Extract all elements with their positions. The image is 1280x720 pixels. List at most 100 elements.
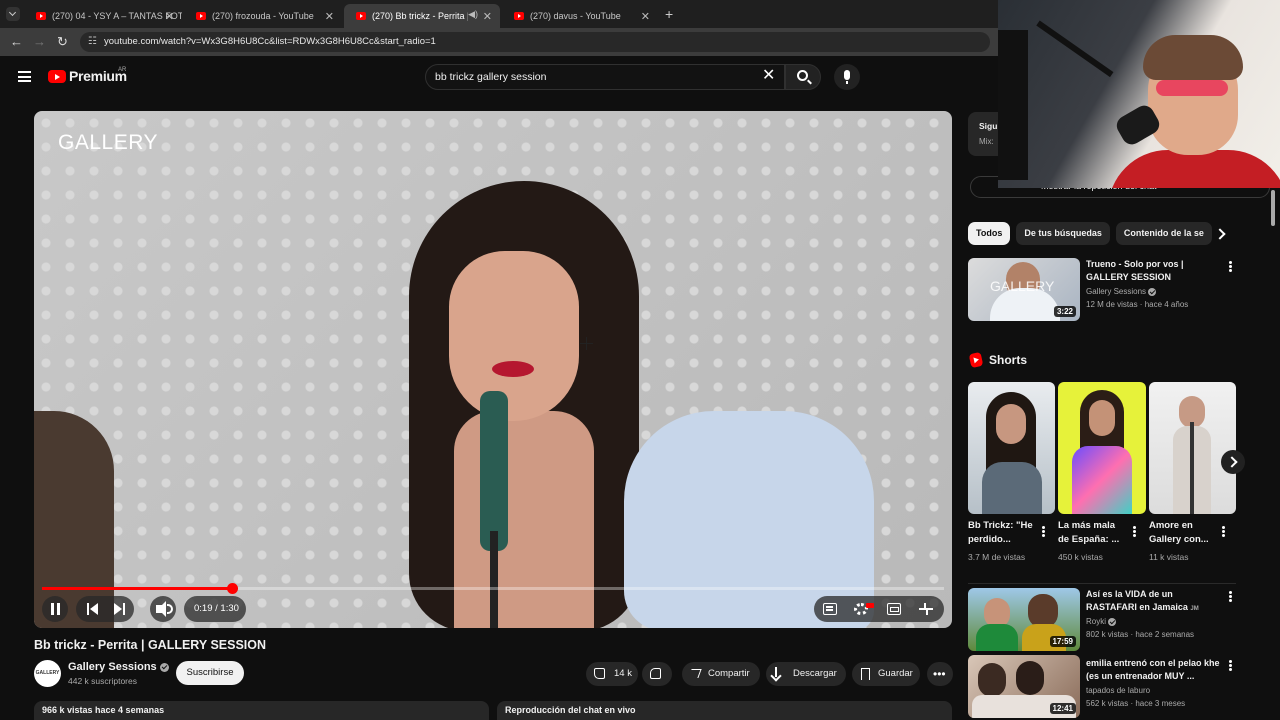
voice-search-icon[interactable]	[834, 64, 860, 90]
clear-search-icon[interactable]: ✕	[762, 65, 775, 85]
related-video-channel[interactable]: Gallery Sessions	[1086, 287, 1157, 296]
channel-name[interactable]: Gallery Sessions	[68, 661, 169, 673]
back-icon[interactable]: ←	[10, 34, 23, 49]
youtube-favicon-icon	[196, 12, 206, 20]
progress-bar[interactable]	[42, 583, 944, 594]
download-button[interactable]: Descargar	[766, 662, 846, 686]
chevron-right-icon[interactable]	[1212, 226, 1228, 242]
site-info-icon[interactable]: ☷	[88, 32, 97, 52]
video-duration: 17:59	[1049, 636, 1076, 647]
related-video-channel[interactable]: tapados de laburo	[1086, 686, 1150, 695]
related-video-channel[interactable]: Royki	[1086, 617, 1117, 626]
play-pause-button[interactable]	[42, 596, 68, 622]
mouse-cursor-icon	[580, 337, 593, 350]
related-video-thumbnail[interactable]: GALLERY 3:22	[968, 258, 1080, 321]
chip-from-searches[interactable]: De tus búsquedas	[1016, 222, 1110, 245]
forward-icon[interactable]: →	[33, 34, 46, 49]
close-tab-icon[interactable]: ✕	[325, 10, 334, 23]
chip-related-content[interactable]: Contenido de la se	[1115, 222, 1212, 245]
save-button[interactable]: Guardar	[852, 662, 920, 686]
browser-tab[interactable]: (270) davus - YouTube ✕	[502, 4, 658, 28]
youtube-favicon-icon	[36, 12, 46, 20]
short-thumbnail[interactable]	[1149, 382, 1236, 514]
share-button[interactable]: Compartir	[682, 662, 760, 686]
more-vert-icon[interactable]	[1133, 530, 1136, 533]
address-bar[interactable]: ☷ youtube.com/watch?v=Wx3G8H6U8Cc&list=R…	[80, 32, 990, 52]
more-vert-icon[interactable]	[1229, 265, 1232, 268]
more-vert-icon[interactable]	[1229, 664, 1232, 667]
scrollbar[interactable]	[1271, 190, 1275, 226]
more-actions-button[interactable]: •••	[927, 662, 953, 686]
related-video-title[interactable]: emilia entrenó con el pelao khe (es un e…	[1086, 657, 1222, 682]
youtube-favicon-icon	[514, 12, 524, 20]
progress-played	[42, 587, 233, 590]
browser-tab[interactable]: (270) 04 - YSY A – TANTAS FOT ✕	[24, 4, 182, 28]
thumbs-up-icon	[594, 668, 605, 679]
search-button[interactable]	[785, 64, 821, 90]
tab-search-icon[interactable]	[6, 7, 20, 21]
webcam-sunglasses	[1156, 80, 1228, 96]
settings-gear-icon[interactable]	[854, 603, 874, 615]
mix-card-title: Sigu	[979, 121, 998, 131]
channel-text: Royki	[1086, 617, 1107, 626]
short-thumbnail[interactable]	[968, 382, 1055, 514]
volume-icon	[156, 601, 166, 617]
theater-mode-icon[interactable]	[887, 603, 901, 615]
close-tab-icon[interactable]: ✕	[165, 10, 174, 23]
video-title: Bb trickz - Perrita | GALLERY SESSION	[34, 638, 267, 652]
video-mic-stand	[490, 531, 498, 628]
chip-all[interactable]: Todos	[968, 222, 1011, 245]
webcam-mic-arm	[1036, 20, 1114, 78]
volume-button[interactable]	[150, 596, 176, 622]
related-video-thumbnail[interactable]: 12:41	[968, 655, 1080, 718]
next-icon[interactable]	[113, 603, 125, 615]
previous-icon[interactable]	[87, 603, 99, 615]
right-controls	[814, 596, 944, 622]
audio-playing-icon[interactable]: ◀)	[468, 9, 478, 20]
short-face	[1089, 400, 1115, 436]
shorts-next-button[interactable]	[1221, 450, 1245, 474]
reload-icon[interactable]: ↻	[57, 34, 68, 50]
video-player[interactable]: GALLERY 0:19 / 1:30	[34, 111, 952, 628]
short-mic-stand	[1190, 422, 1194, 514]
close-tab-icon[interactable]: ✕	[483, 10, 492, 23]
channel-avatar[interactable]: GALLERY	[34, 660, 61, 687]
short-views: 3.7 M de vistas	[968, 552, 1026, 562]
close-tab-icon[interactable]: ✕	[641, 10, 650, 23]
like-button[interactable]: 14 k	[586, 662, 638, 686]
description-box[interactable]: 966 k vistas hace 4 semanas	[34, 701, 489, 720]
short-title[interactable]: Bb Trickz: "He perdido...	[968, 519, 1034, 547]
channel-text: Gallery Sessions	[1086, 287, 1147, 296]
browser-tab-active[interactable]: (270) Bb trickz - Perrita | GA ◀) ✕	[344, 4, 500, 28]
subscriber-count: 442 k suscriptores	[68, 676, 137, 686]
time-display: 0:19 / 1:30	[184, 596, 246, 622]
subtitles-icon[interactable]	[823, 603, 837, 615]
live-chat-replay[interactable]: Reproducción del chat en vivo	[497, 701, 952, 720]
related-video-meta: 802 k vistas · hace 2 semanas	[1086, 630, 1195, 639]
menu-icon[interactable]	[18, 71, 31, 82]
save-label: Guardar	[878, 668, 913, 679]
new-tab-icon[interactable]: +	[665, 6, 673, 22]
country-code: AR	[118, 67, 127, 73]
hd-badge	[866, 603, 874, 608]
more-vert-icon[interactable]	[1229, 595, 1232, 598]
search-input[interactable]: bb trickz gallery session	[425, 64, 785, 90]
youtube-logo-icon[interactable]	[48, 70, 66, 83]
short-thumbnail[interactable]	[1058, 382, 1146, 514]
subscribe-button[interactable]: Suscribirse	[176, 661, 244, 685]
related-video-title[interactable]: Así es la VIDA de un RASTAFARI en Jamaic…	[1086, 588, 1222, 615]
thumb-face	[1028, 594, 1058, 628]
more-vert-icon[interactable]	[1042, 530, 1045, 533]
fullscreen-icon[interactable]	[919, 603, 933, 615]
thumb-watermark: GALLERY	[990, 278, 1055, 294]
related-video-title[interactable]: Trueno - Solo por vos | GALLERY SESSION	[1086, 258, 1222, 283]
short-title[interactable]: La más mala de España: ...	[1058, 519, 1124, 547]
dislike-button[interactable]	[642, 662, 672, 686]
more-vert-icon[interactable]	[1222, 530, 1225, 533]
browser-tab[interactable]: (270) frozouda - YouTube ✕	[184, 4, 342, 28]
related-video-thumbnail[interactable]: 17:59	[968, 588, 1080, 651]
short-title[interactable]: Amore en Gallery con...	[1149, 519, 1215, 547]
webcam-shirt	[1108, 150, 1280, 188]
flag-badge: JM	[1190, 605, 1199, 612]
thumbs-down-icon	[650, 668, 661, 679]
